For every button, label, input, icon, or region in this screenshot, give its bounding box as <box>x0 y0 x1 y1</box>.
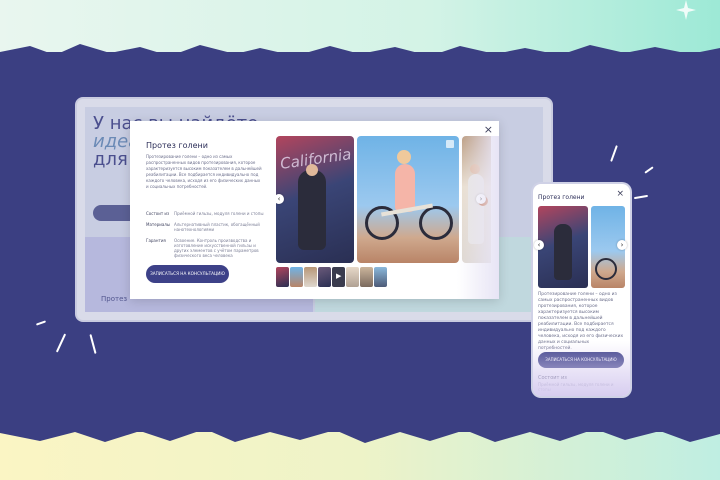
property-key: Материалы <box>146 222 170 227</box>
phone-property-value: Приёмной гильзы, модуля голени и стопы <box>538 382 614 392</box>
phone-modal-title: Протез голени <box>538 194 585 201</box>
thumbnail[interactable] <box>304 267 317 287</box>
modal-properties: Состоит из Приёмной гильзы, модуля голен… <box>146 211 264 264</box>
decorative-spark <box>55 333 67 353</box>
carousel-photo-bicycle <box>357 136 459 263</box>
phone-carousel-next-button[interactable]: › <box>617 240 627 250</box>
phone-description: Протезирование голени – одно из самых ра… <box>538 292 624 351</box>
thumbnail[interactable] <box>290 267 303 287</box>
phone-mockup: × Протез голени ‹ › Протезирование голен… <box>533 184 630 396</box>
thumbnail[interactable] <box>374 267 387 287</box>
close-icon[interactable]: × <box>616 189 624 199</box>
phone-carousel-prev-button[interactable]: ‹ <box>534 240 544 250</box>
decorative-spark <box>633 194 649 200</box>
thumbnail[interactable] <box>276 267 289 287</box>
decorative-spark <box>610 145 618 162</box>
play-icon: ▶ <box>336 272 342 280</box>
property-value: Приёмной гильзы, модуля голени и стопы <box>174 211 264 216</box>
product-modal: × Протез голени Протезирование голени – … <box>130 121 499 299</box>
phone-photo-graffiti <box>538 206 588 288</box>
person-figure <box>554 224 572 280</box>
person-figure <box>395 164 415 212</box>
person-head <box>397 150 411 164</box>
gallery-icon[interactable] <box>446 140 454 148</box>
property-row: Состоит из Приёмной гильзы, модуля голен… <box>146 211 264 216</box>
thumbnail[interactable] <box>346 267 359 287</box>
consultation-button[interactable]: ЗАПИСАТЬСЯ НА КОНСУЛЬТАЦИЮ <box>146 265 229 283</box>
sparkle-star-icon <box>676 0 696 20</box>
person-head <box>306 164 318 176</box>
property-value: Освоение. Контроль производства и изгото… <box>174 238 259 258</box>
bicycle-wheel <box>419 206 453 240</box>
property-value: Альтернативный пластик, обогащённый нано… <box>174 222 260 232</box>
close-icon[interactable]: × <box>484 123 493 136</box>
property-key: Гарантия <box>146 238 166 243</box>
property-key: Состоит из <box>146 211 170 216</box>
decorative-spark <box>35 320 47 326</box>
person-figure <box>298 170 326 250</box>
brush-stroke-bottom <box>0 420 720 443</box>
phone-property-key: Состоит из <box>538 375 567 381</box>
thumbnail-strip: ▶ <box>276 267 387 287</box>
property-row: Материалы Альтернативный пластик, обогащ… <box>146 222 264 232</box>
decorative-spark <box>644 166 654 174</box>
carousel-photo-graffiti: California <box>276 136 354 263</box>
phone-consultation-button[interactable]: ЗАПИСАТЬСЯ НА КОНСУЛЬТАЦИЮ <box>538 352 624 368</box>
bicycle-wheel <box>595 258 617 280</box>
thumbnail[interactable] <box>318 267 331 287</box>
thumbnail[interactable] <box>360 267 373 287</box>
modal-title: Протез голени <box>146 141 208 150</box>
decorative-spark <box>89 334 97 354</box>
desktop-bg-card-label: Протез <box>101 295 128 303</box>
video-thumbnail[interactable]: ▶ <box>332 267 345 287</box>
modal-right-fade <box>457 136 499 299</box>
modal-description: Протезирование голени – одно из самых ра… <box>146 154 262 189</box>
property-row: Гарантия Освоение. Контроль производства… <box>146 238 264 258</box>
brush-stroke-top <box>0 44 720 68</box>
